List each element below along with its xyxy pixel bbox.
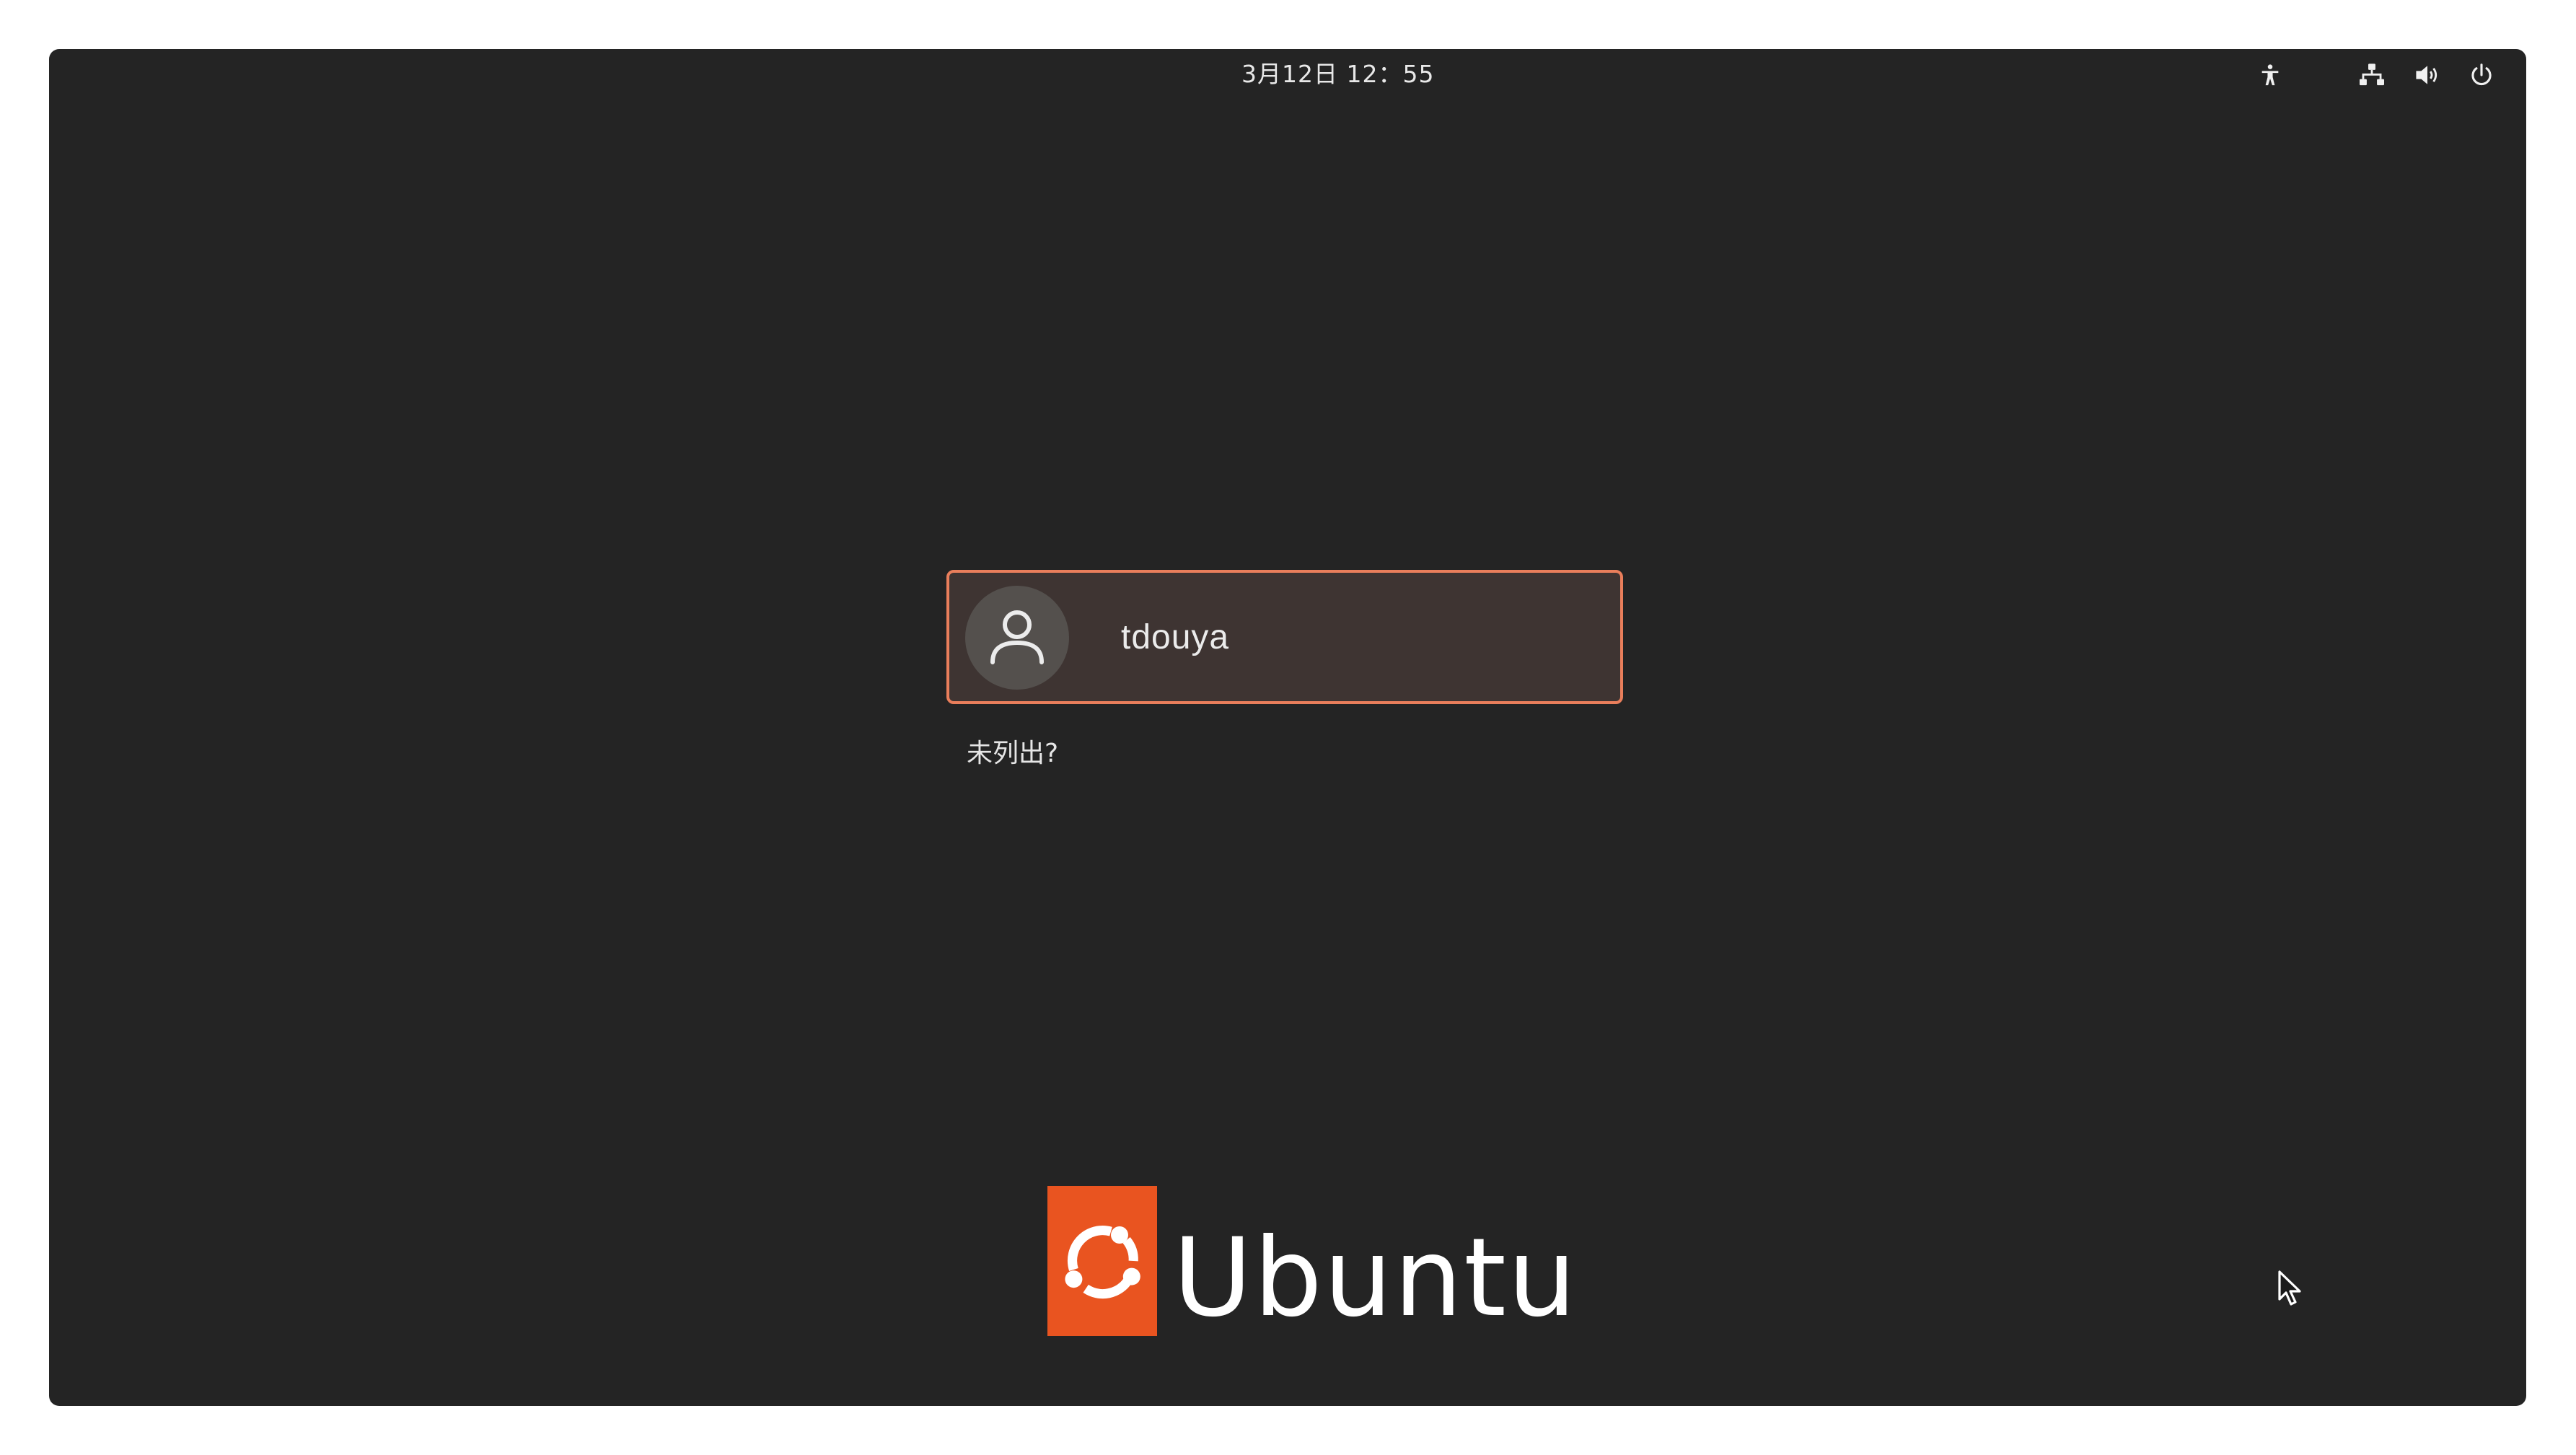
power-icon[interactable]: [2466, 59, 2497, 91]
login-screen: 3月12日 12：55 tdouya 未列出? Ubuntu: [49, 49, 2526, 1406]
ubuntu-wordmark: Ubuntu: [1173, 1216, 1578, 1341]
volume-icon[interactable]: [2412, 59, 2443, 91]
user-icon: [990, 610, 1044, 664]
network-icon[interactable]: [2356, 59, 2388, 91]
user-name: tdouya: [1121, 618, 1230, 656]
top-bar: 3月12日 12：55: [49, 49, 2526, 100]
ubuntu-logo: Ubuntu: [1047, 1186, 1578, 1336]
not-listed-link[interactable]: 未列出?: [962, 729, 1063, 773]
accessibility-icon[interactable]: [2254, 59, 2286, 91]
user-entry-tdouya[interactable]: tdouya: [946, 570, 1623, 704]
date-time[interactable]: 3月12日 12：55: [1233, 59, 1443, 89]
avatar: [965, 586, 1069, 690]
mouse-pointer-icon: [2278, 1270, 2301, 1306]
ubuntu-circle-of-friends-icon: [1047, 1186, 1157, 1336]
